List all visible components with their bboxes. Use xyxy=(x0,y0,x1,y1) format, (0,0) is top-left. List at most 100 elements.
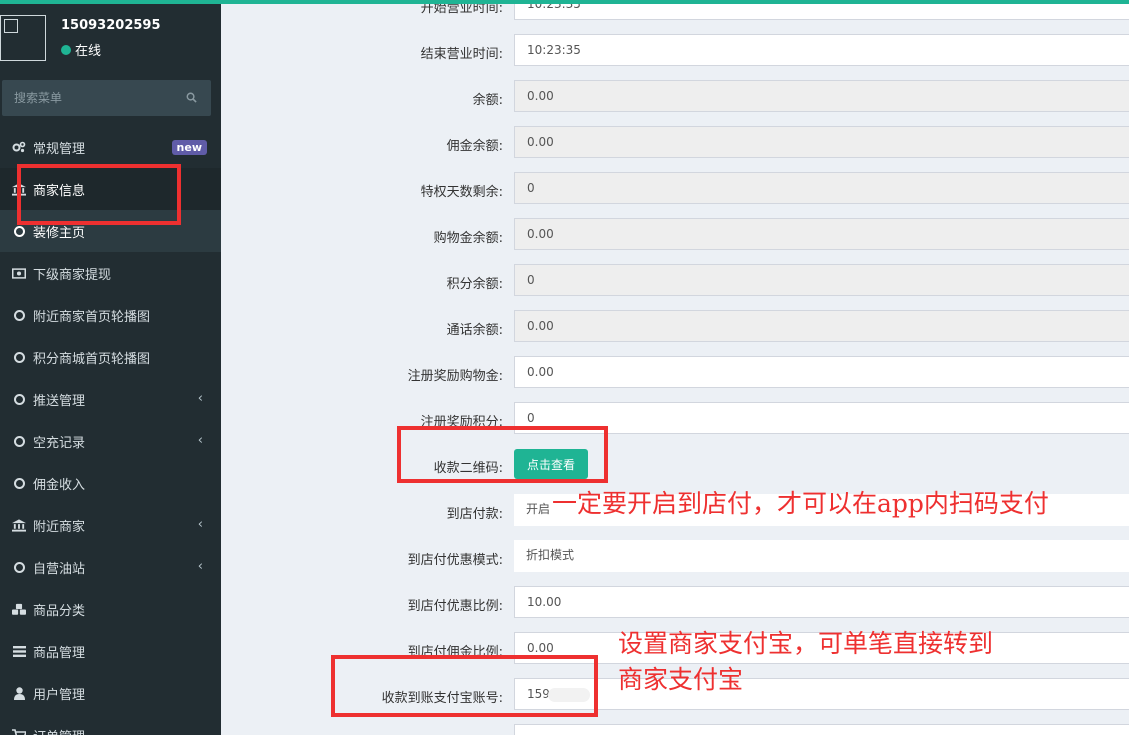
sidebar-item-9[interactable]: 附近商家 ‹ xyxy=(0,504,221,546)
cubes-icon xyxy=(12,602,26,616)
form-row: 收款二维码: 点击查看 xyxy=(221,448,1129,482)
form-label: 积分余额: xyxy=(446,277,503,292)
sidebar-item-label: 订单管理 xyxy=(33,726,85,735)
sidebar-item-14[interactable]: 订单管理 xyxy=(0,714,221,735)
form-row: 结束营业时间: 10:23:35 xyxy=(221,34,1129,68)
chevron-left-icon[interactable]: ‹ xyxy=(198,433,203,448)
sidebar-item-label: 佣金收入 xyxy=(33,477,86,493)
sidebar-item-label: 常规管理 xyxy=(33,141,86,157)
sidebar-item-label: 商品管理 xyxy=(33,645,86,661)
form-label: 特权天数剩余: xyxy=(420,185,503,200)
form-label: 通话余额: xyxy=(446,323,503,338)
chevron-left-icon[interactable]: ‹ xyxy=(198,517,203,532)
form-row: 通话余额: 0.00 xyxy=(221,310,1129,344)
form-input[interactable]: 10:23:35 xyxy=(514,34,1129,66)
avatar-image-icon xyxy=(4,19,18,33)
highlight-alipay-account xyxy=(331,655,598,717)
form-row: 到店付优惠比例: 10.00 xyxy=(221,586,1129,620)
user-panel: 15093202595 在线 xyxy=(0,0,221,72)
circle-icon xyxy=(12,350,26,364)
form-label: 佣金余额: xyxy=(446,139,503,154)
form-value: 10.00 xyxy=(527,595,562,609)
form-value: 0.00 xyxy=(527,319,554,333)
form-value: 0.00 xyxy=(527,89,554,103)
form-row xyxy=(221,724,1129,735)
annotation-note-instore-pay: 一定要开启到店付，才可以在app内扫码支付 xyxy=(552,489,1049,518)
sidebar-item-13[interactable]: 用户管理 xyxy=(0,672,221,714)
form-select-value[interactable]: 折扣模式 xyxy=(514,540,1129,572)
sidebar-item-5[interactable]: 积分商城首页轮播图 xyxy=(0,336,221,378)
form-input: 0.00 xyxy=(514,310,1129,342)
form-value: 0 xyxy=(527,411,535,425)
sidebar-item-6[interactable]: 推送管理 ‹ xyxy=(0,378,221,420)
sidebar-item-0[interactable]: 常规管理 new xyxy=(0,126,221,168)
form-value: 0 xyxy=(527,181,535,195)
form-value: 0.00 xyxy=(527,227,554,241)
highlight-qrcode xyxy=(397,426,608,483)
form-row: 积分余额: 0 xyxy=(221,264,1129,298)
sidebar-item-8[interactable]: 佣金收入 xyxy=(0,462,221,504)
sidebar-item-label: 积分商城首页轮播图 xyxy=(33,351,151,367)
chevron-left-icon[interactable]: ‹ xyxy=(198,559,203,574)
sidebar-item-label: 用户管理 xyxy=(33,687,86,703)
form-label: 到店付款: xyxy=(446,507,503,522)
sidebar-item-label: 附近商家首页轮播图 xyxy=(33,309,151,325)
form-value: 折扣模式 xyxy=(526,548,575,562)
sidebar-item-label: 附近商家 xyxy=(33,519,86,535)
form-value: 开启 xyxy=(526,502,551,516)
form-label: 结束营业时间: xyxy=(420,47,503,62)
sidebar-item-11[interactable]: 商品分类 xyxy=(0,588,221,630)
form-input[interactable]: 159 xyxy=(514,678,1129,710)
sidebar-item-7[interactable]: 空充记录 ‹ xyxy=(0,420,221,462)
form-input[interactable]: 10.00 xyxy=(514,586,1129,618)
annotation-note-alipay-line2: 商家支付宝 xyxy=(618,665,744,694)
sidebar-item-label: 推送管理 xyxy=(33,393,86,409)
online-status: 在线 xyxy=(61,40,101,59)
bank-icon xyxy=(12,518,26,532)
form-input: 0.00 xyxy=(514,80,1129,112)
list-icon xyxy=(12,644,26,658)
form-value: 0.00 xyxy=(527,135,554,149)
circle-icon xyxy=(12,308,26,322)
sidebar-item-3[interactable]: 下级商家提现 xyxy=(0,252,221,294)
form-value: 10:23:35 xyxy=(527,43,581,57)
form-input: 0 xyxy=(514,172,1129,204)
form-input[interactable] xyxy=(514,724,1129,735)
highlight-merchant-info xyxy=(17,164,181,225)
menu-search xyxy=(2,80,211,116)
new-badge: new xyxy=(171,140,207,155)
sidebar-item-4[interactable]: 附近商家首页轮播图 xyxy=(0,294,221,336)
sidebar-item-12[interactable]: 商品管理 xyxy=(0,630,221,672)
form-label: 购物金余额: xyxy=(433,231,503,246)
user-icon xyxy=(12,686,26,700)
sidebar-item-10[interactable]: 自营油站 ‹ xyxy=(0,546,221,588)
form-label: 到店付优惠比例: xyxy=(407,599,503,614)
form-input[interactable]: 0.00 xyxy=(514,356,1129,388)
username: 15093202595 xyxy=(61,18,161,33)
form-label: 注册奖励购物金: xyxy=(407,369,503,384)
form-input: 0.00 xyxy=(514,126,1129,158)
online-dot-icon xyxy=(61,44,71,55)
form-row: 注册奖励购物金: 0.00 xyxy=(221,356,1129,390)
cart-icon xyxy=(12,728,26,735)
form-row: 特权天数剩余: 0 xyxy=(221,172,1129,206)
form-input: 0 xyxy=(514,264,1129,296)
cogs-icon xyxy=(12,140,26,154)
money-icon xyxy=(12,266,26,280)
form-value: 0.00 xyxy=(527,365,554,379)
sidebar: 15093202595 在线 常规管理new商家信息装修主页下级商家提现附近商家… xyxy=(0,0,221,735)
form-row: 余额: 0.00 xyxy=(221,80,1129,114)
avatar[interactable] xyxy=(0,15,46,61)
circle-icon xyxy=(12,434,26,448)
form-row: 到店付优惠模式: 折扣模式 xyxy=(221,540,1129,574)
search-icon[interactable] xyxy=(186,92,197,103)
form-label: 余额: xyxy=(472,93,503,108)
circle-icon xyxy=(12,476,26,490)
search-input[interactable] xyxy=(2,80,172,116)
circle-icon xyxy=(12,560,26,574)
chevron-left-icon[interactable]: ‹ xyxy=(198,391,203,406)
sidebar-item-label: 商品分类 xyxy=(33,603,86,619)
form-row: 佣金余额: 0.00 xyxy=(221,126,1129,160)
sidebar-item-label: 空充记录 xyxy=(33,435,86,451)
form-value: 0 xyxy=(527,273,535,287)
